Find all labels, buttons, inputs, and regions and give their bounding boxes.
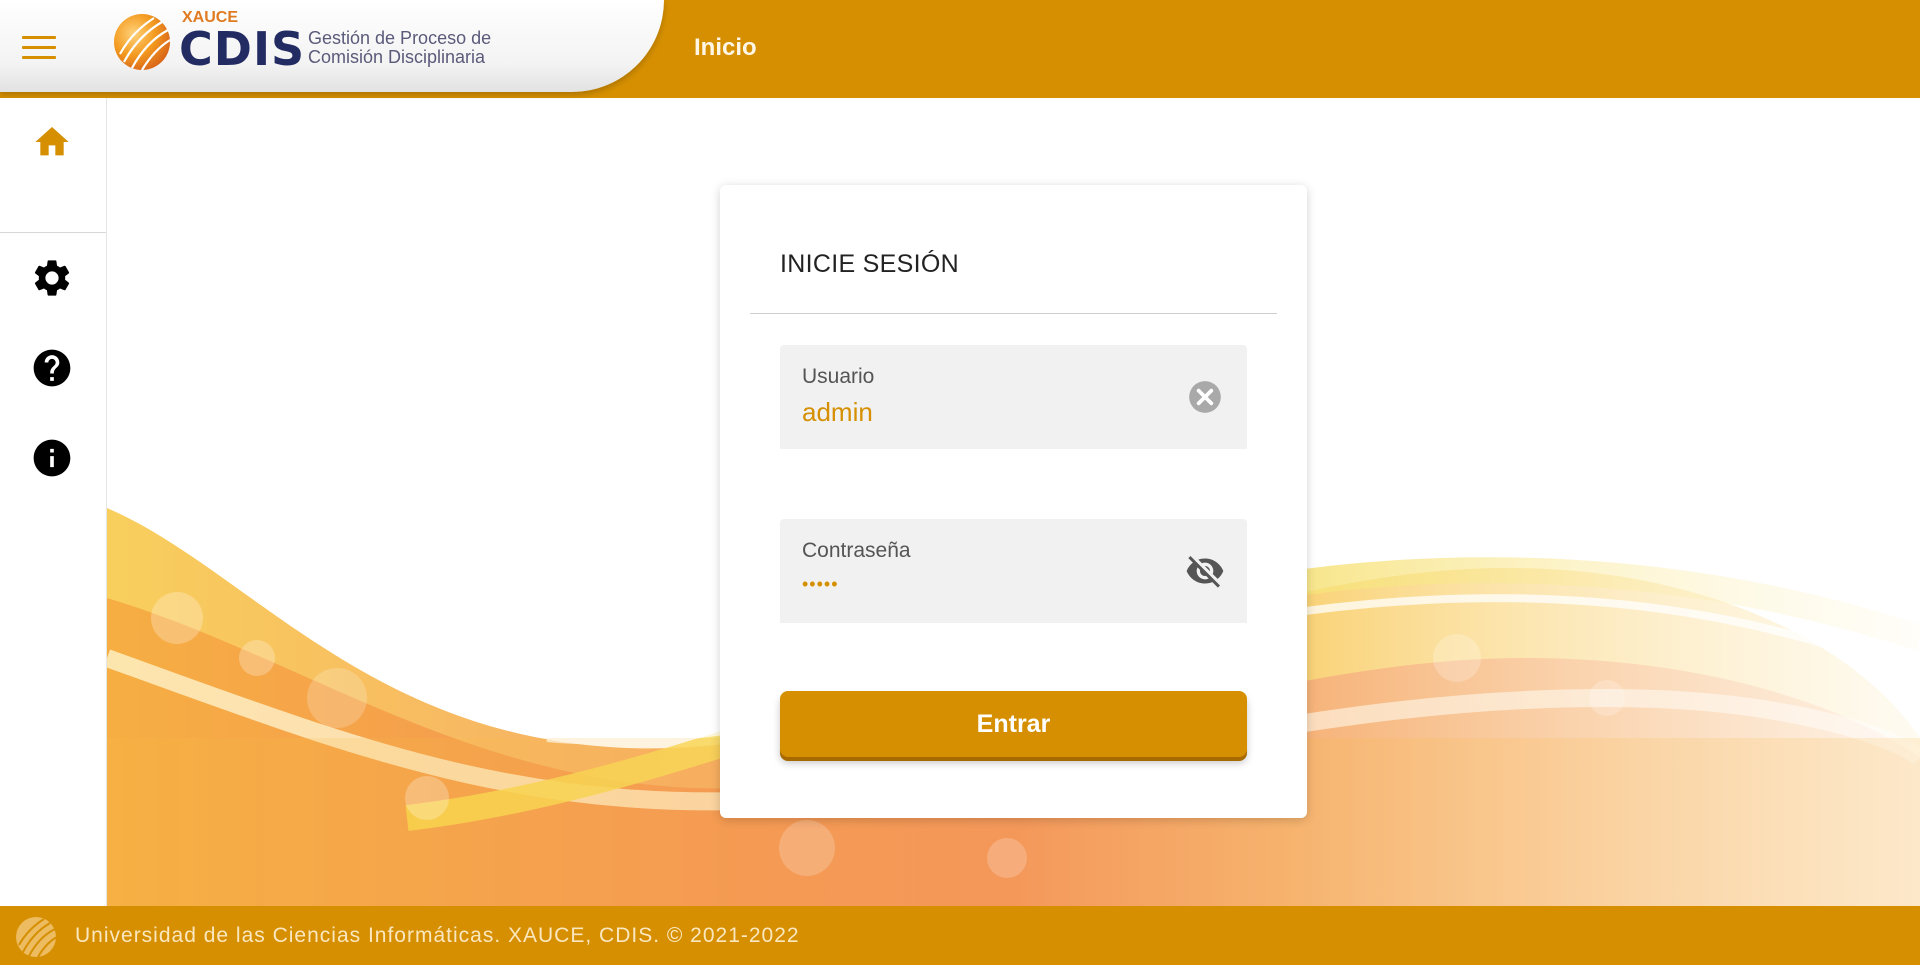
info-icon bbox=[33, 439, 71, 477]
menu-button[interactable] bbox=[18, 30, 60, 64]
footer: Universidad de las Ciencias Informáticas… bbox=[0, 906, 1920, 965]
help-icon bbox=[33, 349, 71, 387]
brand-name: CDIS bbox=[179, 22, 306, 76]
login-divider bbox=[750, 313, 1277, 314]
sidebar-item-info[interactable] bbox=[28, 434, 76, 482]
sidebar-item-settings[interactable] bbox=[28, 254, 76, 302]
toggle-password-visibility-button[interactable] bbox=[1185, 551, 1225, 591]
clear-icon bbox=[1189, 381, 1221, 413]
login-submit-button[interactable]: Entrar bbox=[780, 691, 1247, 757]
page-title: Inicio bbox=[694, 34, 757, 61]
brand-tagline: Gestión de Proceso de Comisión Disciplin… bbox=[308, 29, 548, 67]
password-field[interactable]: Contraseña ••••• bbox=[780, 519, 1247, 623]
sidebar bbox=[0, 98, 107, 906]
login-title: INICIE SESIÓN bbox=[780, 250, 959, 278]
username-label: Usuario bbox=[802, 365, 875, 388]
footer-copyright: Universidad de las Ciencias Informáticas… bbox=[75, 924, 800, 947]
username-field[interactable]: Usuario admin bbox=[780, 345, 1247, 449]
top-bar: XAUCE CDIS Gestión de Proceso de Comisió… bbox=[0, 0, 1920, 98]
password-value[interactable]: ••••• bbox=[802, 574, 839, 595]
sidebar-item-home[interactable] bbox=[28, 118, 76, 166]
sidebar-item-help[interactable] bbox=[28, 344, 76, 392]
cdis-logo-icon bbox=[114, 14, 171, 71]
username-value[interactable]: admin bbox=[802, 397, 873, 428]
login-card: INICIE SESIÓN Usuario admin Contraseña •… bbox=[720, 185, 1307, 818]
tagline-line-2: Comisión Disciplinaria bbox=[308, 47, 486, 67]
eye-off-icon bbox=[1186, 556, 1224, 588]
menu-icon-line bbox=[22, 35, 56, 39]
home-icon bbox=[35, 127, 69, 156]
clear-username-button[interactable] bbox=[1185, 377, 1225, 417]
footer-logo-icon bbox=[16, 917, 58, 958]
brand-header: XAUCE CDIS Gestión de Proceso de Comisió… bbox=[0, 0, 664, 92]
gear-icon bbox=[34, 260, 70, 296]
menu-icon-line bbox=[22, 55, 56, 59]
menu-icon-line bbox=[22, 45, 56, 49]
tagline-line-1: Gestión de Proceso de bbox=[308, 28, 492, 48]
sidebar-divider bbox=[0, 232, 106, 233]
password-label: Contraseña bbox=[802, 539, 911, 562]
